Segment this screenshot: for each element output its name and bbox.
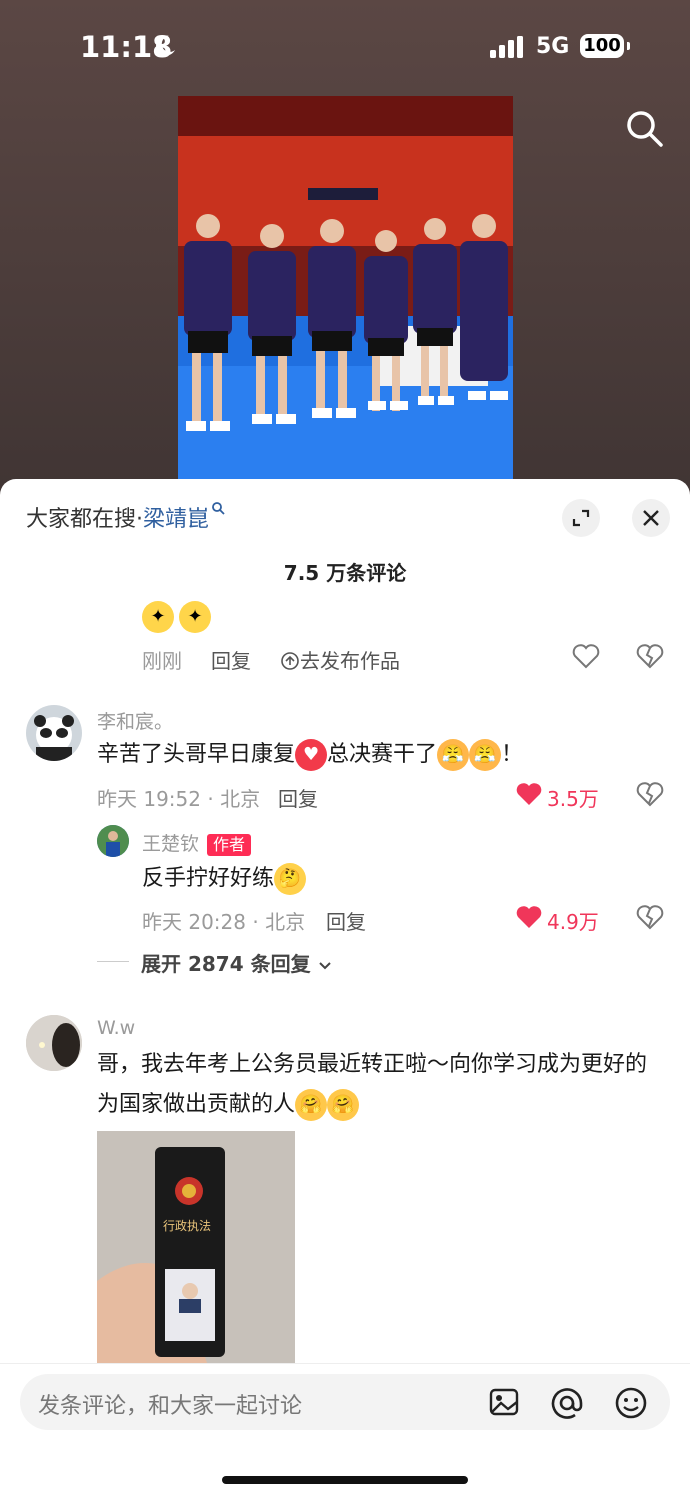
party-popper-icon: ✦	[179, 601, 212, 633]
comment-sheet: 大家都在搜·梁靖崑 7.5 万条评论 ✦ ✦ 刚刚 回复 去发布作品 李和宸。 …	[0, 479, 690, 1496]
commenter-name[interactable]: W.w	[97, 1017, 135, 1039]
comment-time: 昨天 19:52 · 北京	[97, 787, 261, 811]
expand-replies-label: 展开 2874 条回复	[141, 952, 311, 976]
like-count: 3.5万	[547, 787, 599, 811]
emoji-icon[interactable]	[614, 1386, 648, 1420]
comment-time: 昨天 20:28 · 北京	[142, 910, 306, 934]
status-bar: 11:18 5G 100	[0, 0, 690, 95]
heart-emoji-icon: ♥	[295, 739, 328, 771]
hugging-face-emoji-icon: 🤗	[327, 1089, 360, 1121]
image-icon[interactable]	[488, 1386, 520, 1418]
reply-button[interactable]: 回复	[326, 906, 366, 935]
chevron-down-icon	[318, 962, 331, 970]
thinking-face-emoji-icon: 🤔	[274, 863, 307, 895]
close-button[interactable]	[632, 499, 670, 537]
comment-image[interactable]: 行政执法	[97, 1131, 295, 1363]
liked-heart-icon[interactable]	[515, 781, 543, 807]
home-indicator[interactable]	[222, 1476, 468, 1484]
hot-search-keyword[interactable]: 梁靖崑	[143, 507, 209, 532]
avatar[interactable]	[97, 825, 129, 857]
comment-text-part: 反手拧好好练	[142, 866, 275, 891]
dislike-icon[interactable]	[636, 904, 664, 930]
party-popper-icon: ✦	[142, 601, 174, 633]
angry-face-emoji-icon: 😤	[437, 739, 470, 771]
divider	[97, 961, 129, 962]
publish-work-label: 去发布作品	[300, 649, 400, 673]
reply-button[interactable]: 回复	[211, 645, 251, 674]
comment-text: 辛苦了头哥早日康复 ♥ 总决赛干了 😤 😤！	[97, 735, 523, 775]
dislike-icon[interactable]	[636, 643, 664, 669]
commenter-name[interactable]: 李和宸。	[97, 707, 173, 734]
user-avatar-icon	[26, 1015, 82, 1071]
signal-icon	[490, 36, 523, 58]
mention-icon[interactable]	[550, 1386, 584, 1420]
publish-work-button[interactable]: 去发布作品	[280, 645, 400, 674]
like-count: 4.9万	[547, 910, 599, 934]
commenter-name[interactable]: 王楚钦	[142, 833, 199, 855]
comment-text: 反手拧好好练 🤔	[142, 859, 307, 899]
avatar[interactable]	[26, 705, 82, 761]
badge-caption: 行政执法	[163, 1219, 212, 1233]
comment-text: 哥，我去年考上公务员最近转正啦～向你学习成为更好的为国家做出贡献的人 🤗 🤗	[97, 1045, 667, 1125]
network-type: 5G	[536, 34, 570, 59]
author-name-row: 王楚钦 作者	[142, 829, 252, 856]
expand-button[interactable]	[562, 499, 600, 537]
avatar[interactable]	[26, 1015, 82, 1071]
liked-heart-icon[interactable]	[515, 904, 543, 930]
upload-icon	[281, 652, 299, 670]
expand-replies-button[interactable]: 展开 2874 条回复	[141, 948, 332, 977]
search-icon	[212, 502, 225, 515]
hot-search-prefix: 大家都在搜·	[26, 507, 143, 532]
search-icon[interactable]	[624, 108, 664, 148]
comment-count: 7.5 万条评论	[283, 561, 407, 585]
reply-button[interactable]: 回复	[278, 783, 318, 812]
moon-icon	[156, 35, 175, 56]
player-avatar-icon	[97, 825, 129, 857]
comment-text-part: ！	[501, 742, 524, 767]
angry-face-emoji-icon: 😤	[469, 739, 502, 771]
battery-icon: 100	[580, 34, 630, 58]
comment-input-bar: 发条评论，和大家一起讨论	[0, 1363, 690, 1496]
party-emojis: ✦ ✦	[142, 601, 212, 633]
comment-time: 刚刚	[142, 649, 182, 673]
comment-text-part: 辛苦了头哥早日康复	[97, 742, 296, 767]
video-frame[interactable]	[178, 96, 513, 480]
like-icon[interactable]	[572, 643, 600, 669]
author-badge: 作者	[207, 833, 252, 856]
comment-input-placeholder: 发条评论，和大家一起讨论	[38, 1394, 303, 1419]
comment-text-part: 总决赛干了	[327, 742, 438, 767]
hot-search-bar[interactable]: 大家都在搜·梁靖崑	[26, 501, 225, 533]
panda-avatar-icon	[34, 715, 74, 761]
comment-text-part: 哥，我去年考上公务员最近转正啦～向你学习成为更好的为国家做出贡献的人	[97, 1052, 648, 1117]
expand-icon	[572, 509, 590, 527]
dislike-icon[interactable]	[636, 781, 664, 807]
close-icon	[643, 510, 659, 526]
hugging-face-emoji-icon: 🤗	[295, 1089, 328, 1121]
